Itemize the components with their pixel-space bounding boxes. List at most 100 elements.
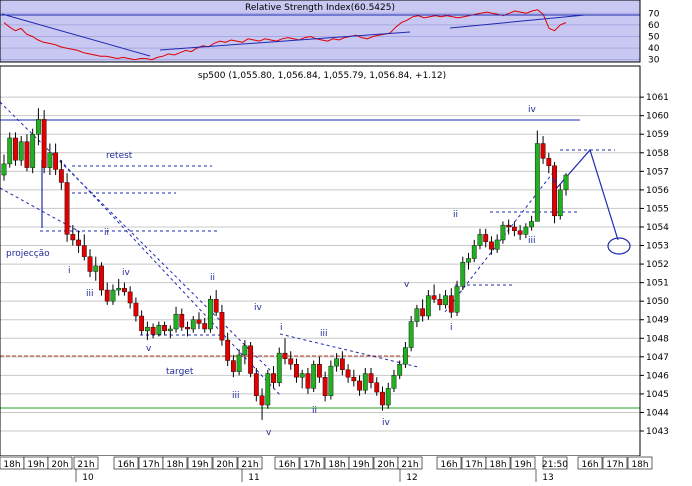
- candle-body: [219, 312, 225, 341]
- hour-label: 16h: [440, 460, 457, 470]
- price-tick-label: 1056: [646, 186, 669, 196]
- candle-body: [122, 287, 127, 293]
- candle-body: [76, 239, 81, 246]
- hour-label: 17h: [303, 460, 320, 470]
- candle-body: [403, 347, 408, 365]
- wave-label: iv: [382, 418, 391, 428]
- candle-body: [18, 141, 24, 161]
- candle-body: [500, 224, 506, 241]
- candle-body: [213, 299, 219, 313]
- candle-body: [374, 382, 380, 393]
- candle-body: [116, 287, 122, 291]
- wave-label: i: [280, 323, 283, 333]
- price-tick-label: 1053: [646, 242, 669, 252]
- hour-label: 18h: [328, 460, 345, 470]
- chart-container: Relative Strength Index(60.5425) 70 60 50 4…: [0, 0, 692, 483]
- hour-label: 20h: [377, 460, 394, 470]
- candle-body: [208, 299, 213, 330]
- hour-label: 19h: [27, 460, 44, 470]
- hour-label: 21h: [401, 460, 418, 470]
- price-tick-label: 1043: [646, 427, 669, 437]
- candle-body: [64, 182, 70, 235]
- hour-label: 18h: [166, 460, 183, 470]
- candle-body: [271, 373, 276, 383]
- candle-body: [506, 224, 512, 228]
- candle-body: [185, 326, 190, 330]
- target-label: target: [166, 367, 194, 377]
- candle-body: [454, 286, 460, 313]
- candle-body: [110, 289, 116, 302]
- projection-label: projecção: [6, 249, 50, 259]
- candle-body: [196, 319, 202, 324]
- hour-label: 21h: [241, 460, 258, 470]
- candle-body: [431, 295, 437, 300]
- price-axis-ticks: 1061 1060 1059 1058 1057 1056 1055 1054 1053 1052…: [640, 93, 669, 437]
- hour-label: 16h: [278, 460, 295, 470]
- price-tick-label: 1051: [646, 279, 669, 289]
- rsi-tick-label: 30: [648, 56, 660, 66]
- candle-body: [305, 373, 311, 389]
- candle-body: [443, 295, 448, 306]
- candle-body: [58, 169, 64, 183]
- candle-body: [317, 364, 322, 378]
- retest-label: retest: [106, 151, 133, 161]
- candle-body: [511, 226, 517, 231]
- candle-body: [265, 373, 271, 406]
- day-label: 11: [248, 473, 259, 482]
- candle-body: [557, 189, 563, 217]
- price-tick-label: 1060: [646, 112, 669, 122]
- wave-label: v: [266, 428, 272, 438]
- hour-label: 20h: [216, 460, 233, 470]
- day-label: 13: [542, 473, 553, 482]
- price-title: sp500 (1,055.80, 1,056.84, 1,055.79, 1,0…: [198, 71, 446, 81]
- candle-body: [202, 323, 208, 330]
- candle-body: [477, 234, 483, 246]
- wave-label: ii: [312, 406, 317, 416]
- candle-body: [471, 245, 477, 259]
- price-tick-label: 1059: [646, 130, 669, 140]
- candle-body: [53, 152, 59, 170]
- hour-label: 18h: [631, 460, 648, 470]
- price-tick-label: 1052: [646, 260, 669, 270]
- hour-label: 18h: [3, 460, 20, 470]
- candle-body: [162, 325, 167, 332]
- candle-body: [294, 364, 299, 378]
- candle-body: [7, 137, 13, 165]
- wave-label: v: [552, 176, 558, 186]
- candle-body: [93, 265, 99, 272]
- candle-body: [368, 373, 374, 383]
- price-tick-label: 1045: [646, 390, 669, 400]
- candle-body: [517, 230, 523, 235]
- candle-body: [534, 143, 540, 222]
- candle-body: [311, 364, 317, 389]
- rsi-title: Relative Strength Index(60.5425): [245, 3, 395, 13]
- day-label: 10: [82, 473, 94, 482]
- price-tick-label: 1044: [646, 408, 669, 418]
- hour-label: 20h: [51, 460, 68, 470]
- wave-label: iii: [320, 329, 328, 339]
- candle-body: [494, 239, 500, 250]
- wave-label: v: [404, 280, 410, 290]
- price-tick-label: 1047: [646, 353, 669, 363]
- candle-body: [156, 325, 162, 335]
- candle-body: [339, 358, 345, 371]
- candle-body: [236, 354, 242, 372]
- candle-body: [322, 377, 328, 396]
- candle-body: [242, 345, 248, 356]
- hour-label: 21h: [77, 460, 94, 470]
- candle-body: [139, 315, 145, 332]
- candle-body: [173, 313, 179, 330]
- rsi-axis-ticks: 70 6050 40 30: [648, 9, 660, 65]
- price-chart-svg: Relative Strength Index(60.5425) 70 6050 4…: [0, 0, 692, 483]
- candle-body: [150, 326, 156, 335]
- hour-label: 16h: [117, 460, 134, 470]
- day-label: 12: [406, 473, 417, 482]
- candle-body: [391, 375, 397, 389]
- candle-body: [13, 137, 18, 161]
- hour-label: 19h: [191, 460, 208, 470]
- candle-body: [448, 295, 454, 313]
- candle-body: [190, 319, 196, 330]
- wave-label: ii: [104, 228, 109, 238]
- candle-body: [167, 328, 173, 332]
- rsi-tick-label: 60: [648, 21, 660, 31]
